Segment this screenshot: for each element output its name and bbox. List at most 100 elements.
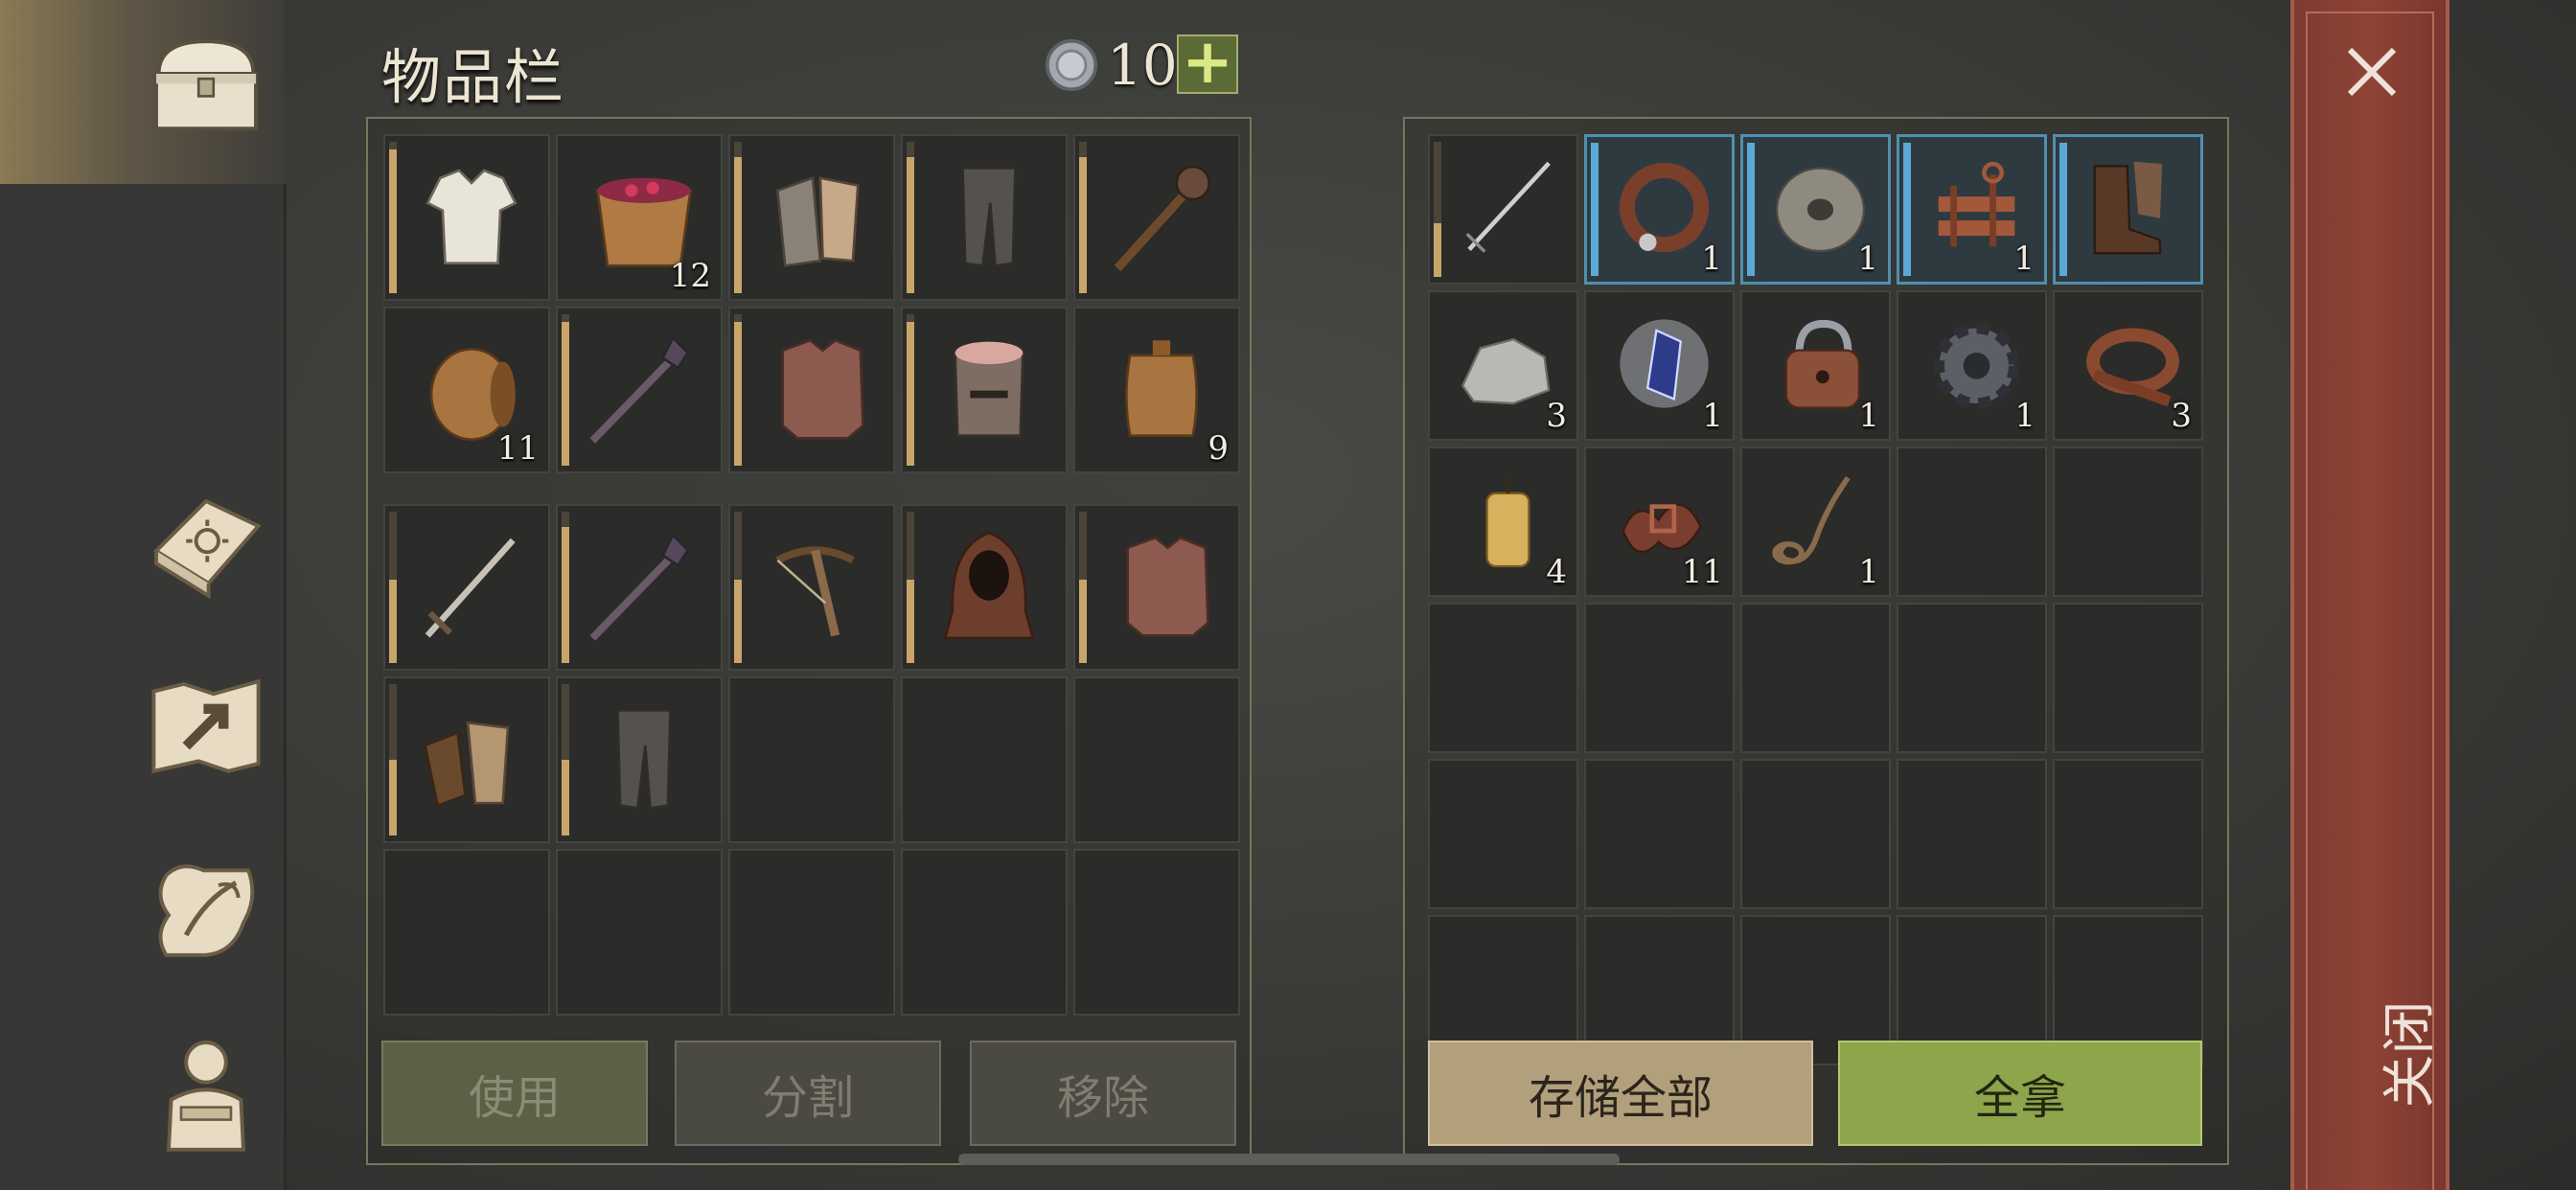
inventory-grid-bottom <box>383 504 1240 1016</box>
durability-bar <box>1434 142 1441 277</box>
character-equipment-icon[interactable] <box>134 1025 278 1159</box>
container-slot[interactable]: 1 <box>1740 290 1891 441</box>
container-slot[interactable] <box>2053 134 2203 285</box>
use-button[interactable]: 使用 <box>381 1041 648 1146</box>
durability-bar <box>1079 142 1087 293</box>
container-empty-slot[interactable] <box>1897 759 2047 909</box>
container-slot[interactable]: 1 <box>1740 134 1891 285</box>
container-slot[interactable]: 1 <box>1584 290 1735 441</box>
inventory-empty-slot[interactable] <box>556 849 723 1016</box>
long-sword-icon <box>1447 142 1569 273</box>
container-empty-slot[interactable] <box>1584 603 1735 753</box>
inventory-empty-slot[interactable] <box>1073 849 1240 1016</box>
rarity-bar <box>1747 143 1755 276</box>
item-quantity: 3 <box>1546 397 1567 435</box>
container-empty-slot[interactable] <box>2053 759 2203 909</box>
chainmail-gloves-icon <box>748 142 886 289</box>
container-empty-slot[interactable] <box>1428 759 1578 909</box>
recipe-book-icon[interactable] <box>134 471 278 606</box>
chest-icon[interactable] <box>134 19 278 153</box>
inventory-empty-slot[interactable] <box>1073 676 1240 843</box>
inventory-slot[interactable] <box>556 504 723 671</box>
item-quantity: 1 <box>1858 397 1879 435</box>
inventory-slot[interactable] <box>1073 504 1240 671</box>
spiked-mace-icon <box>575 512 713 659</box>
inventory-grid-top: 12 11 9 <box>383 134 1240 473</box>
durability-bar <box>389 512 397 663</box>
remove-button[interactable]: 移除 <box>970 1041 1236 1146</box>
item-quantity: 11 <box>1681 553 1723 591</box>
side-nav <box>0 0 287 1190</box>
inventory-slot[interactable] <box>556 676 723 843</box>
rarity-bar <box>1591 143 1598 276</box>
container-empty-slot[interactable] <box>2053 603 2203 753</box>
container-empty-slot[interactable] <box>2053 446 2203 597</box>
inventory-slot[interactable]: 11 <box>383 307 550 473</box>
chainmail-shirt-icon <box>748 314 886 462</box>
inventory-empty-slot[interactable] <box>383 849 550 1016</box>
container-slot[interactable]: 1 <box>1584 134 1735 285</box>
durability-bar <box>562 684 569 835</box>
container-empty-slot[interactable] <box>1740 603 1891 753</box>
container-slot[interactable]: 1 <box>1740 446 1891 597</box>
durability-bar <box>389 142 397 293</box>
sword-icon <box>402 512 540 659</box>
container-slot[interactable] <box>1428 134 1578 285</box>
inventory-slot[interactable] <box>728 504 895 671</box>
inventory-slot[interactable] <box>901 504 1068 671</box>
durability-bar <box>562 314 569 466</box>
item-quantity: 1 <box>2013 240 2035 278</box>
leather-gloves-icon <box>402 684 540 832</box>
inventory-empty-slot[interactable] <box>901 849 1068 1016</box>
inventory-slot[interactable] <box>728 134 895 301</box>
container-slot[interactable]: 11 <box>1584 446 1735 597</box>
inventory-title: 物品栏 <box>381 42 566 112</box>
split-button[interactable]: 分割 <box>675 1041 941 1146</box>
item-quantity: 4 <box>1546 553 1567 591</box>
quest-scroll-icon[interactable] <box>134 843 278 977</box>
container-slot[interactable]: 1 <box>1897 134 2047 285</box>
close-icon[interactable] <box>2338 38 2405 105</box>
close-button-label[interactable]: 关闭 <box>2367 988 2445 1122</box>
inventory-slot[interactable] <box>556 307 723 473</box>
inventory-slot[interactable] <box>383 676 550 843</box>
take-all-button[interactable]: 全拿 <box>1838 1041 2202 1146</box>
container-slot[interactable]: 1 <box>1897 290 2047 441</box>
container-empty-slot[interactable] <box>1740 759 1891 909</box>
chain-leggings-icon <box>920 142 1058 289</box>
container-empty-slot[interactable] <box>1897 446 2047 597</box>
mace-icon <box>1092 142 1230 289</box>
container-slot[interactable]: 3 <box>1428 290 1578 441</box>
container-empty-slot[interactable] <box>1897 603 2047 753</box>
store-all-button[interactable]: 存储全部 <box>1428 1041 1813 1146</box>
container-slot[interactable]: 4 <box>1428 446 1578 597</box>
inventory-slot[interactable] <box>728 307 895 473</box>
container-slot[interactable]: 3 <box>2053 290 2203 441</box>
durability-bar <box>562 512 569 663</box>
durability-bar <box>734 512 742 663</box>
inventory-slot[interactable] <box>901 307 1068 473</box>
container-empty-slot[interactable] <box>1428 603 1578 753</box>
item-quantity: 1 <box>1702 397 1723 435</box>
add-currency-button[interactable]: + <box>1177 32 1238 94</box>
leather-boots-icon <box>2073 143 2193 272</box>
inventory-slot[interactable] <box>383 504 550 671</box>
inventory-empty-slot[interactable] <box>728 676 895 843</box>
durability-bar <box>734 142 742 293</box>
rarity-bar <box>1903 143 1911 276</box>
silver-coin-icon <box>1045 38 1098 92</box>
inventory-slot[interactable] <box>383 134 550 301</box>
inventory-slot[interactable]: 12 <box>556 134 723 301</box>
inventory-empty-slot[interactable] <box>728 849 895 1016</box>
rarity-bar <box>2059 143 2067 276</box>
inventory-slot[interactable] <box>901 134 1068 301</box>
item-quantity: 1 <box>1701 240 1722 278</box>
container-empty-slot[interactable] <box>1584 759 1735 909</box>
map-icon[interactable] <box>134 659 278 793</box>
durability-bar <box>734 314 742 466</box>
inventory-empty-slot[interactable] <box>901 676 1068 843</box>
item-quantity: 12 <box>669 257 711 295</box>
inventory-slot[interactable]: 9 <box>1073 307 1240 473</box>
inventory-slot[interactable] <box>1073 134 1240 301</box>
durability-bar <box>907 142 914 293</box>
